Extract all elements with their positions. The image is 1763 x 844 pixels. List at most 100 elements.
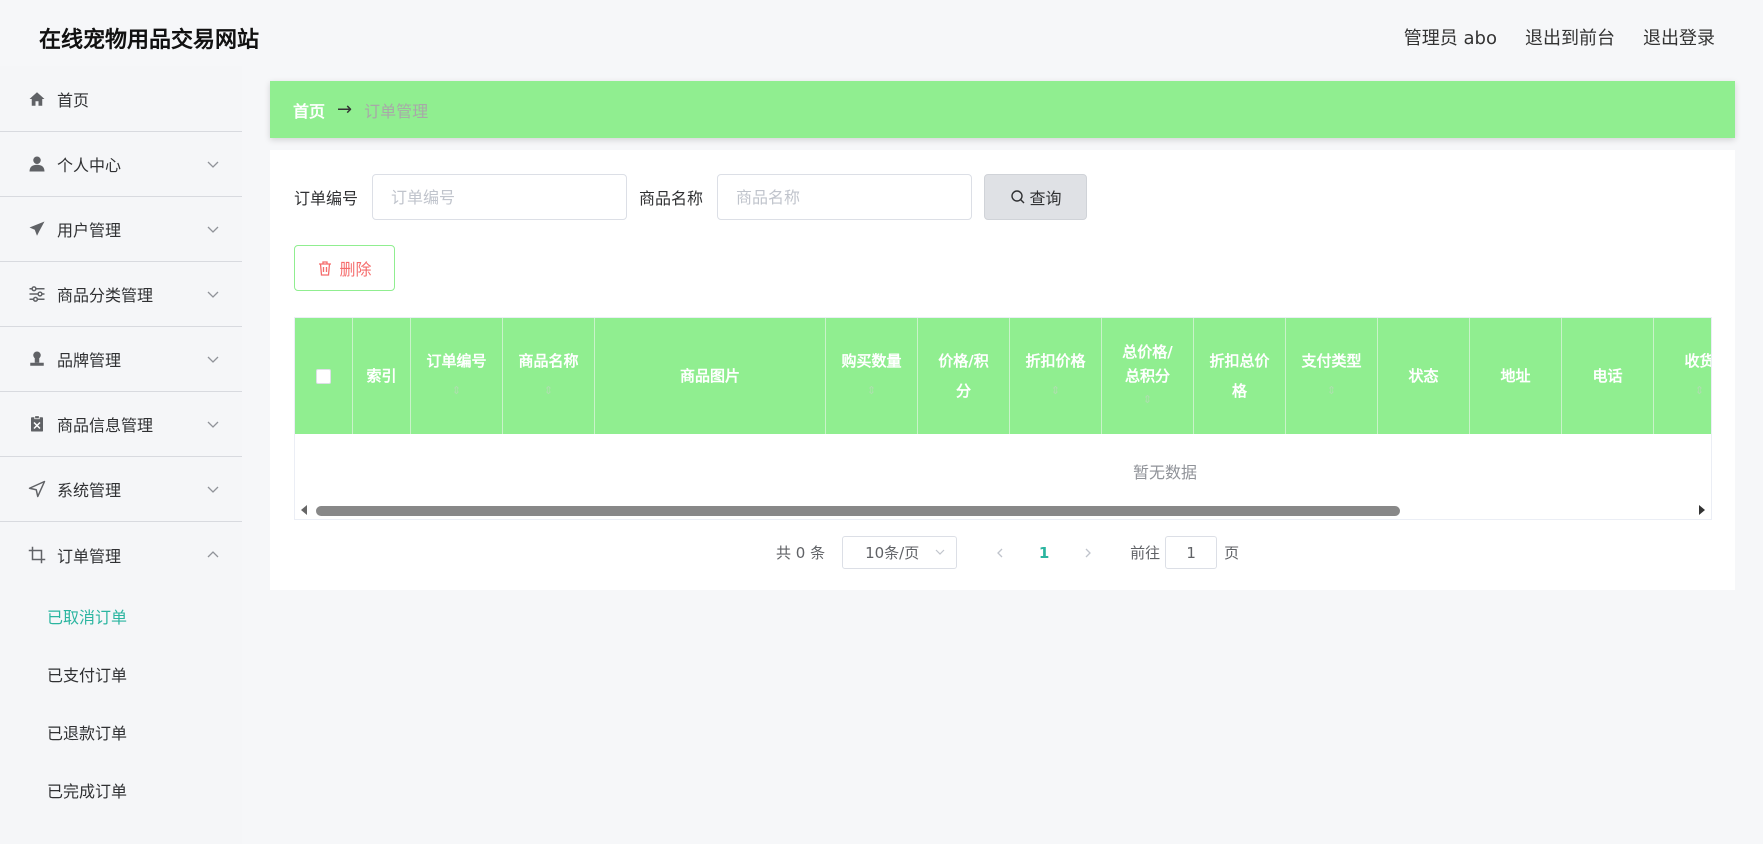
user-icon (28, 155, 46, 173)
sidebar-item-order-management[interactable]: 订单管理 (0, 522, 242, 587)
sidebar-item-label: 个人中心 (57, 156, 122, 175)
column-header[interactable]: 索引 (353, 318, 411, 434)
sidebar-item-label: 订单管理 (57, 546, 122, 566)
sliders-icon (28, 285, 46, 303)
goto-label: 前往 (1130, 544, 1161, 562)
orders-table: 索引 订单编号 ⇕ 商品名称 ⇕ 商品图片 购买数量 ⇕ 价格/积分 折扣价格 ⇕ 总价… (294, 317, 1712, 520)
chevron-left-icon (997, 548, 1003, 557)
document-x-icon (28, 415, 46, 433)
stamp-icon (28, 350, 46, 368)
home-icon (28, 90, 46, 108)
search-icon (1010, 190, 1025, 204)
sort-icon: ⇕ (866, 384, 877, 397)
sidebar-item-label: 系统管理 (57, 481, 122, 500)
chevron-down-icon (206, 221, 220, 235)
column-header[interactable]: 折扣总价格 (1194, 318, 1286, 434)
sort-icon: ⇕ (1694, 384, 1705, 397)
column-header[interactable]: 商品名称 ⇕ (503, 318, 595, 434)
select-all-checkbox-cell (295, 318, 353, 434)
chevron-down-icon (206, 286, 220, 300)
chevron-up-icon (206, 547, 220, 561)
sidebar-subitem-paid-orders[interactable]: 已支付订单 (0, 645, 242, 703)
chevron-down-icon (206, 416, 220, 430)
scroll-right-arrow-icon[interactable] (1699, 505, 1705, 515)
chevron-down-icon (206, 481, 220, 495)
next-page-button[interactable] (1073, 538, 1103, 568)
sidebar-item-label: 品牌管理 (57, 351, 122, 370)
page-size-value: 10条/页 (865, 544, 920, 562)
page-size-select[interactable]: 10条/页 (842, 536, 958, 569)
sort-icon: ⇕ (1142, 393, 1153, 406)
sidebar-item-home[interactable]: 首页 (0, 66, 242, 132)
search-form: 订单编号 商品名称 查询 (294, 174, 1088, 220)
chevron-down-icon (935, 549, 945, 555)
empty-state-text: 暂无数据 (1132, 463, 1197, 482)
sort-icon: ⇕ (543, 384, 554, 397)
column-header[interactable]: 地址 (1470, 318, 1562, 434)
order-no-label: 订单编号 (294, 189, 359, 208)
sidebar-item-label: 商品信息管理 (57, 416, 154, 435)
prev-page-button[interactable] (985, 538, 1015, 568)
product-name-input[interactable] (717, 174, 973, 220)
sidebar-item-brand-management[interactable]: 品牌管理 (0, 327, 242, 392)
crop-icon (28, 546, 46, 564)
column-header[interactable]: 总价格/总积分 ⇕ (1102, 318, 1194, 434)
pagination-total: 共 0 条 (776, 544, 826, 562)
column-header[interactable]: 商品图片 (595, 318, 826, 434)
sidebar-item-user-management[interactable]: 用户管理 (0, 197, 242, 262)
breadcrumb: 首页 → 订单管理 (270, 81, 1735, 138)
sidebar-item-personal-center[interactable]: 个人中心 (0, 132, 242, 197)
goto-page-input[interactable] (1165, 536, 1218, 569)
main-panel: 订单编号 商品名称 查询 删除 索引 订单编号⇕ 商品名称⇕ 商品图片 购买数量… (270, 150, 1735, 590)
sidebar-subitem-refunded-orders[interactable]: 已退款订单 (0, 703, 242, 761)
column-header[interactable]: 购买数量 ⇕ (826, 318, 918, 434)
sidebar-item-label: 用户管理 (57, 221, 122, 240)
scrollbar-thumb[interactable] (316, 506, 1400, 516)
sidebar-item-label: 商品分类管理 (57, 286, 154, 305)
trash-icon (319, 261, 332, 276)
chevron-right-icon (1085, 548, 1092, 557)
column-header[interactable]: 折扣价格 ⇕ (1010, 318, 1102, 434)
paper-plane-icon (28, 220, 46, 238)
top-header: 在线宠物用品交易网站 管理员 abo 退出到前台 退出登录 (0, 0, 1763, 70)
column-header[interactable]: 支付类型 ⇕ (1286, 318, 1378, 434)
column-header[interactable]: 价格/积分 (918, 318, 1010, 434)
sort-icon: ⇕ (451, 384, 462, 397)
product-name-label: 商品名称 (639, 189, 704, 208)
column-header[interactable]: 状态 (1378, 318, 1470, 434)
query-button-label: 查询 (1029, 189, 1062, 208)
select-all-checkbox[interactable] (316, 368, 331, 384)
column-header[interactable]: 订单编号 ⇕ (411, 318, 503, 434)
page-number-button[interactable]: 1 (1029, 544, 1059, 562)
delete-button[interactable]: 删除 (294, 245, 395, 291)
column-header[interactable]: 电话 (1562, 318, 1654, 434)
table-header: 索引 订单编号 ⇕ 商品名称 ⇕ 商品图片 购买数量 ⇕ 价格/积分 折扣价格 ⇕ 总价… (295, 318, 1711, 434)
breadcrumb-current: 订单管理 (364, 101, 429, 121)
pagination: 共 0 条 10条/页 1 前往 页 (776, 536, 1239, 569)
logout-link[interactable]: 退出登录 (1643, 24, 1715, 50)
sort-icon: ⇕ (1326, 384, 1337, 397)
site-title: 在线宠物用品交易网站 (39, 28, 260, 53)
delete-button-label: 删除 (339, 260, 372, 279)
order-no-input[interactable] (372, 174, 628, 220)
sidebar-item-system-management[interactable]: 系统管理 (0, 457, 242, 522)
sidebar: 首页 个人中心 用户管理 商品分类管理 品牌管理 商品信息管理 系统管理 订单管… (0, 66, 242, 844)
exit-to-frontend-link[interactable]: 退出到前台 (1525, 24, 1615, 50)
admin-user-label: 管理员 abo (1403, 28, 1497, 49)
sidebar-subitem-cancelled-orders[interactable]: 已取消订单 (0, 587, 242, 645)
horizontal-scrollbar[interactable] (295, 502, 1711, 518)
header-actions: 管理员 abo 退出到前台 退出登录 (1404, 24, 1715, 50)
sidebar-item-product-info-management[interactable]: 商品信息管理 (0, 392, 242, 457)
query-button[interactable]: 查询 (984, 174, 1088, 220)
column-header[interactable]: 收货 ⇕ (1654, 318, 1711, 434)
scroll-left-arrow-icon[interactable] (301, 505, 307, 515)
sidebar-item-category-management[interactable]: 商品分类管理 (0, 262, 242, 327)
breadcrumb-home-link[interactable]: 首页 (293, 98, 325, 122)
navigation-icon (28, 480, 46, 498)
chevron-down-icon (206, 156, 220, 170)
sidebar-subitem-completed-orders[interactable]: 已完成订单 (0, 761, 242, 819)
sort-icon: ⇕ (1050, 384, 1061, 397)
sidebar-item-label: 首页 (57, 90, 90, 110)
breadcrumb-arrow-icon: → (337, 99, 353, 120)
chevron-down-icon (206, 351, 220, 365)
